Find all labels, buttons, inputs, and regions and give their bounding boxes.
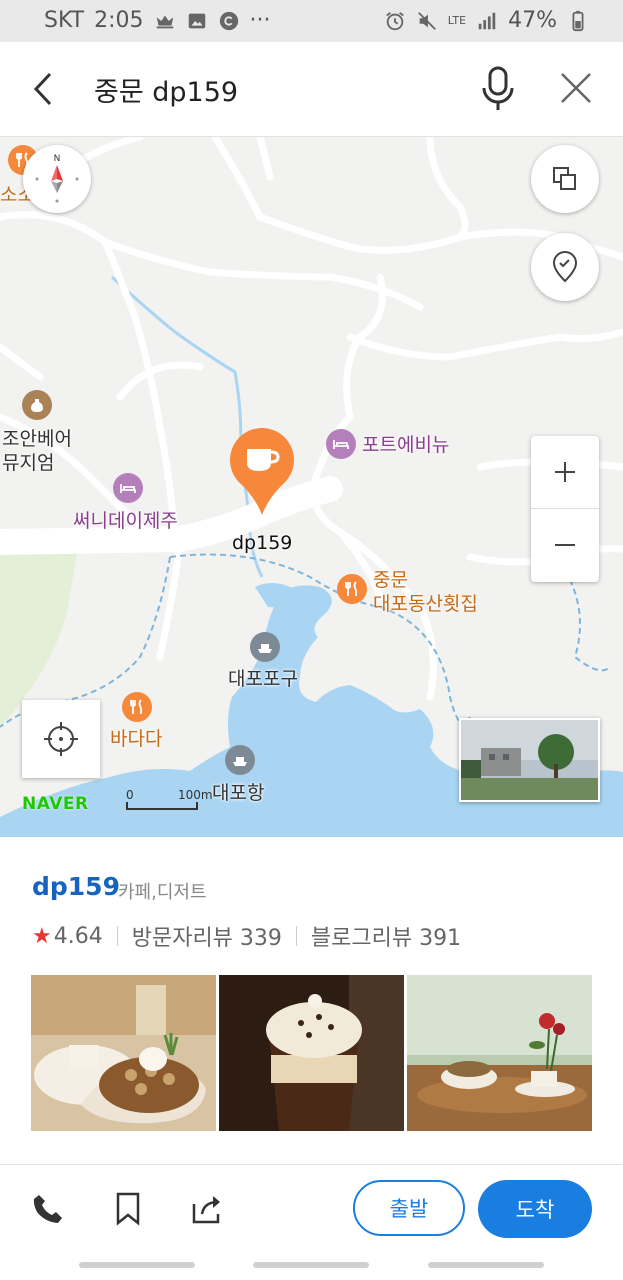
compass-button[interactable]: N — [23, 145, 91, 213]
place-category: 카페,디저트 — [118, 882, 207, 903]
crosshair-icon — [44, 722, 78, 756]
clock: 2:05 — [94, 8, 144, 33]
poi-label-daepo-port[interactable]: 대포항 — [212, 781, 264, 805]
rating-value: 4.64 — [53, 923, 103, 949]
blog-reviews-link[interactable]: 블로그리뷰 391 — [311, 920, 461, 952]
saved-places-button[interactable] — [531, 233, 599, 301]
back-arrow-icon[interactable] — [24, 68, 64, 110]
hotel-marker-fort-avenue[interactable] — [326, 429, 356, 459]
poi-label-fort-avenue[interactable]: 포트에비뉴 — [362, 433, 449, 457]
layers-icon — [553, 167, 576, 190]
plus-icon — [555, 462, 575, 482]
poi-label-sunny-day[interactable]: 써니데이제주 — [73, 509, 178, 533]
poi-label-badada[interactable]: 바다다 — [110, 727, 162, 751]
more-notifications: ··· — [249, 8, 271, 33]
ferry-marker[interactable] — [225, 745, 255, 775]
museum-marker[interactable] — [22, 390, 52, 420]
crown-icon — [156, 15, 173, 28]
search-header: 중문 dp159 — [0, 42, 623, 137]
place-card[interactable]: dp159 카페,디저트 ★ 4.64 방문자리뷰 339 블로그리뷰 391 — [0, 838, 623, 1165]
fork-knife-icon — [345, 581, 357, 596]
place-photo[interactable] — [31, 975, 216, 1131]
dessert-photo-3 — [407, 975, 592, 1131]
fork-knife-icon — [130, 699, 142, 714]
action-bar: 출발 도착 — [0, 1165, 623, 1257]
poi-label-restaurant[interactable]: 중문 대포동산횟집 — [373, 568, 478, 616]
copyright-icon — [219, 11, 238, 30]
poi-label-museum[interactable]: 조안베어 뮤지엄 — [2, 427, 72, 475]
poi-label-target-cafe[interactable]: dp159 — [232, 531, 292, 555]
nav-handle-left — [79, 1262, 195, 1268]
map-view[interactable]: 소소 조안베어 뮤지엄 포트에비뉴 써니데이제주 dp159 중문 대포동산횟집… — [0, 137, 623, 837]
scale-zero-label: 0 — [126, 788, 134, 802]
nav-handle-right — [428, 1262, 544, 1268]
place-stats: ★ 4.64 방문자리뷰 339 블로그리뷰 391 — [32, 920, 461, 952]
street-view-thumbnail[interactable] — [459, 718, 600, 802]
phone-icon — [33, 1195, 62, 1223]
search-query[interactable]: 중문 dp159 — [94, 70, 238, 109]
mute-icon — [417, 11, 436, 30]
restaurant-marker[interactable] — [122, 692, 152, 722]
map-scale: 0 100m — [126, 788, 213, 814]
call-button[interactable] — [28, 1189, 68, 1229]
place-name[interactable]: dp159 — [32, 872, 120, 901]
zoom-controls — [531, 436, 599, 582]
selected-cafe-pin[interactable] — [228, 427, 296, 517]
bed-icon — [120, 484, 136, 493]
vase-icon — [31, 399, 43, 412]
alarm-icon — [385, 11, 404, 30]
scale-bar — [126, 802, 198, 810]
save-button[interactable] — [108, 1189, 148, 1229]
poi-label-daepo-port-gu[interactable]: 대포포구 — [228, 667, 298, 691]
nav-handle-center — [253, 1262, 369, 1268]
zoom-out-button[interactable] — [531, 509, 599, 581]
stats-divider — [295, 926, 297, 946]
restaurant-marker[interactable] — [337, 574, 367, 604]
microphone-icon[interactable] — [476, 64, 520, 114]
image-icon — [188, 13, 205, 28]
battery-percent: 47% — [508, 8, 557, 33]
naver-logo: NAVER — [22, 794, 89, 814]
dessert-photo-1 — [31, 975, 216, 1131]
my-location-button[interactable] — [22, 700, 100, 778]
dessert-photo-2 — [219, 975, 404, 1131]
compass-icon: N — [35, 154, 79, 203]
bed-icon — [333, 440, 349, 449]
svg-text:N: N — [54, 154, 61, 164]
network-type: LTE — [447, 14, 467, 27]
hotel-marker-sunny-day[interactable] — [113, 473, 143, 503]
place-photo[interactable] — [407, 975, 592, 1131]
location-pin-icon — [552, 251, 578, 283]
ferry-marker[interactable] — [250, 632, 280, 662]
minus-icon — [555, 544, 575, 546]
close-icon[interactable] — [558, 70, 594, 106]
visitor-reviews-link[interactable]: 방문자리뷰 339 — [132, 920, 282, 952]
battery-icon — [572, 10, 584, 31]
share-icon — [192, 1196, 220, 1224]
zoom-in-button[interactable] — [531, 436, 599, 508]
star-icon: ★ — [32, 923, 52, 949]
status-bar: SKT 2:05 ··· LTE 47% — [0, 0, 623, 42]
bookmark-icon — [116, 1192, 140, 1226]
ship-icon — [258, 644, 272, 653]
scale-label: 100m — [178, 788, 213, 802]
signal-icon — [478, 12, 496, 29]
ship-icon — [233, 757, 247, 766]
street-view-image — [461, 720, 598, 800]
place-photo[interactable] — [219, 975, 404, 1131]
depart-button[interactable]: 출발 — [353, 1180, 465, 1236]
carrier-label: SKT — [44, 8, 85, 33]
layers-button[interactable] — [531, 145, 599, 213]
share-button[interactable] — [188, 1189, 228, 1229]
arrive-button[interactable]: 도착 — [478, 1180, 592, 1238]
stats-divider — [116, 926, 118, 946]
